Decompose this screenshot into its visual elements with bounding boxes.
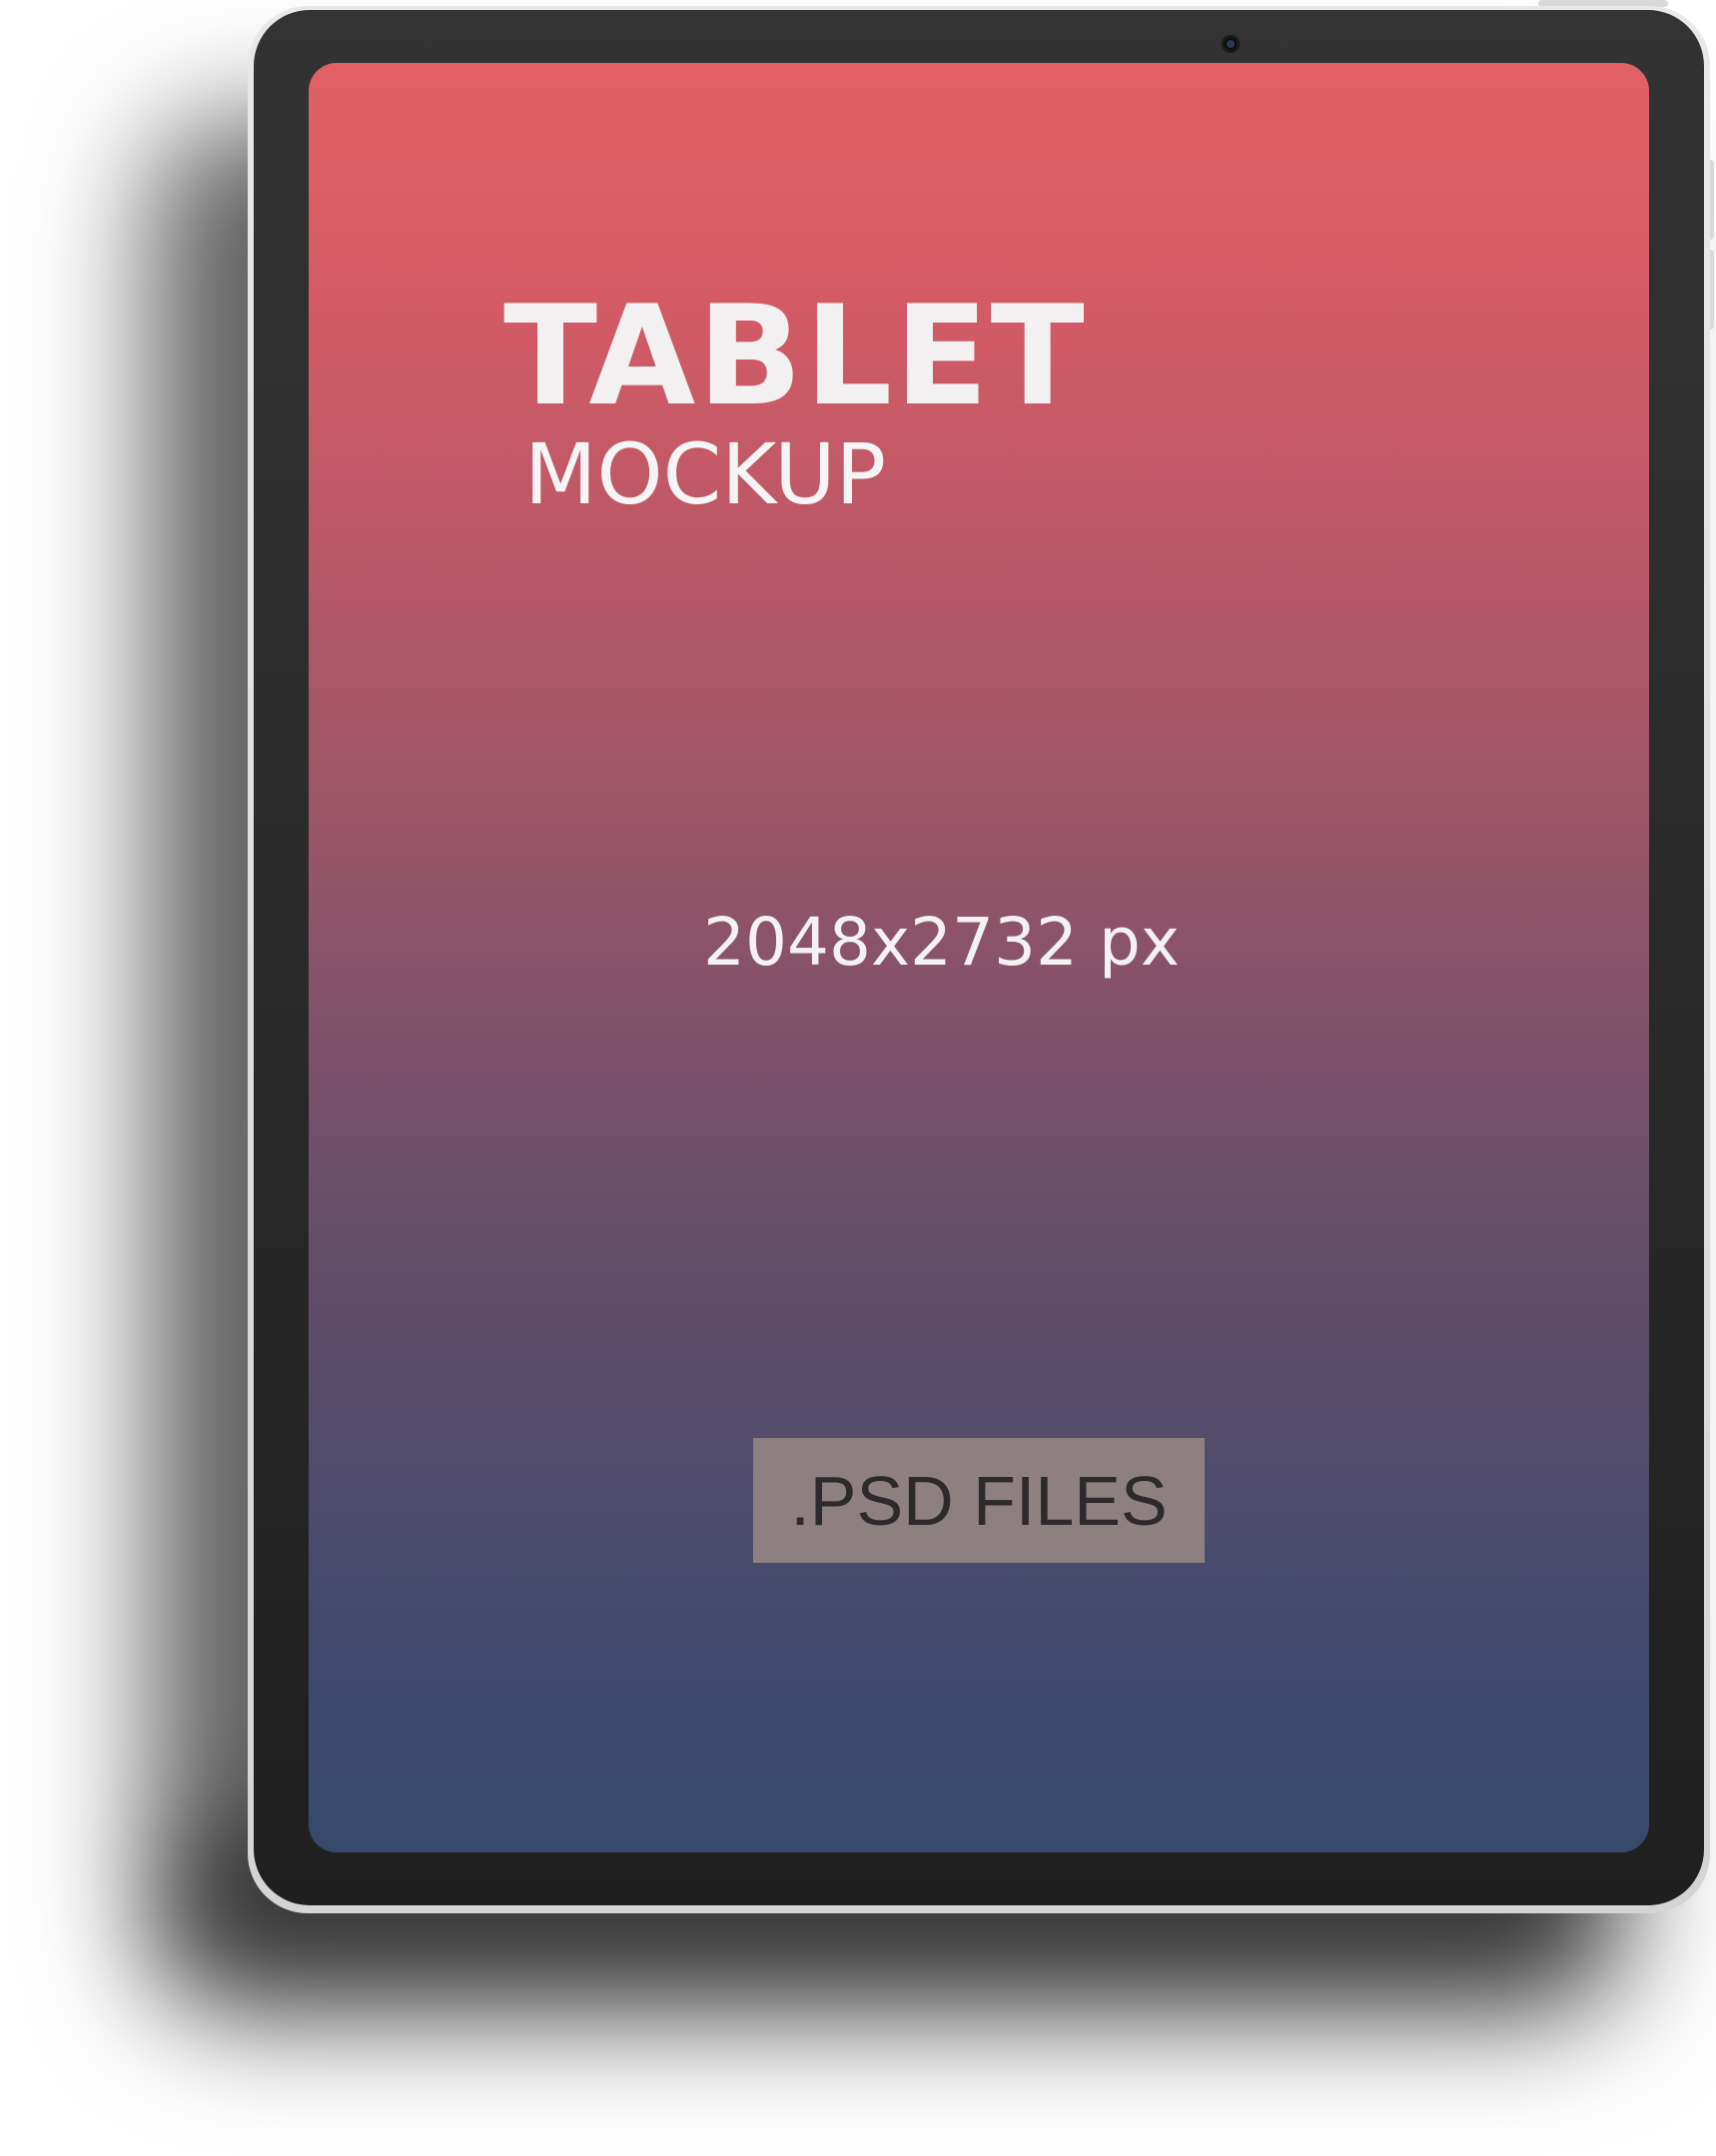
front-camera-icon [1222,35,1240,53]
subtitle-heading: MOCKUP [524,425,887,523]
mockup-canvas: TABLET MOCKUP 2048x2732 px .PSD FILES [0,0,1716,2156]
psd-files-badge: .PSD FILES [753,1438,1205,1563]
title-heading: TABLET [503,276,1087,436]
tablet-screen: TABLET MOCKUP 2048x2732 px .PSD FILES [309,63,1649,1852]
dimensions-label: 2048x2732 px [703,904,1180,981]
psd-files-label: .PSD FILES [790,1461,1168,1540]
